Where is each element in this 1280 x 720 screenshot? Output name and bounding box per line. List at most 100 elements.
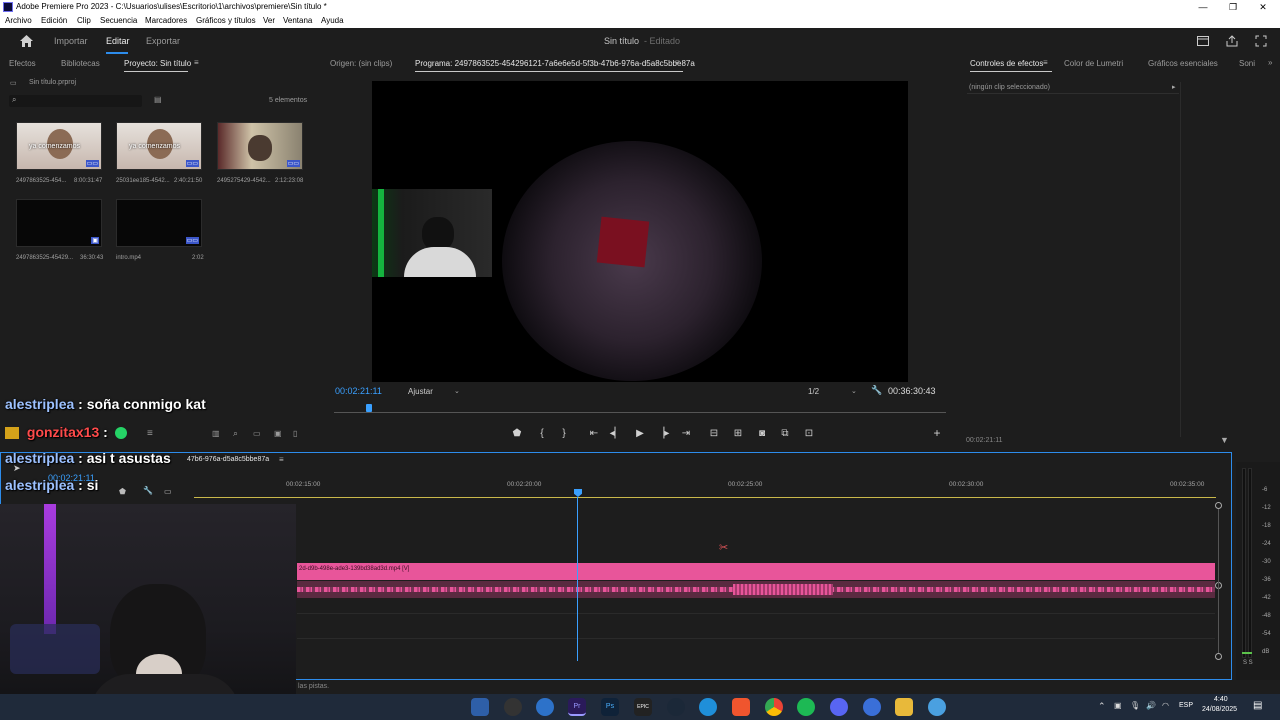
ccleaner-icon[interactable] — [536, 698, 554, 716]
fit-dropdown[interactable]: Ajustar — [408, 387, 433, 396]
timeline-playhead-handle[interactable] — [574, 489, 582, 497]
photoshop-taskbar-icon[interactable]: Ps — [601, 698, 619, 716]
notification-icon[interactable]: ▤ — [1253, 700, 1262, 711]
tab-graphics[interactable]: Gráficos esenciales — [1148, 59, 1218, 68]
new-bin-icon[interactable]: ▤ — [154, 95, 162, 104]
find-icon[interactable]: ⌕ — [233, 428, 238, 439]
tab-source[interactable]: Origen: (sin clips) — [330, 59, 392, 68]
workspace-icon[interactable] — [1197, 36, 1209, 46]
menu-ver[interactable]: Ver — [263, 14, 275, 28]
share-icon[interactable] — [1226, 35, 1238, 47]
more-tabs-icon[interactable]: » — [1268, 58, 1272, 67]
new-item-icon[interactable]: ▣ — [274, 429, 282, 438]
fit-chevron-icon[interactable]: ⌄ — [454, 387, 460, 395]
project-item-thumb[interactable]: ▭▭ — [217, 122, 303, 170]
tab-program[interactable]: Programa: 2497863525-454296121-7a6e6e5d-… — [415, 59, 695, 68]
timeline-playhead-line[interactable] — [577, 497, 578, 661]
trash-icon[interactable]: ▯ — [293, 429, 297, 438]
timeline-marker-icon[interactable]: ⬟ — [119, 487, 126, 496]
tab-effect-controls[interactable]: Controles de efectos — [970, 59, 1043, 68]
menu-archivo[interactable]: Archivo — [5, 14, 32, 28]
project-item-thumb[interactable]: ya comenzamos ▭▭ — [16, 122, 102, 170]
menu-secuencia[interactable]: Secuencia — [100, 14, 137, 28]
wrench-icon[interactable]: 🔧 — [871, 385, 882, 396]
discord-icon[interactable] — [830, 698, 848, 716]
minimize-button[interactable]: — — [1188, 0, 1218, 14]
edge-icon[interactable] — [699, 698, 717, 716]
audio-clip[interactable] — [297, 581, 1215, 598]
file-explorer-pinned-icon[interactable] — [471, 698, 489, 716]
premiere-taskbar-icon[interactable]: Pr — [568, 698, 586, 716]
menu-edicion[interactable]: Edición — [41, 14, 67, 28]
tab-proyecto[interactable]: Proyecto: Sin título — [124, 59, 191, 68]
app-icon[interactable] — [863, 698, 881, 716]
tray-chevron-icon[interactable]: ⌃ — [1098, 701, 1106, 712]
project-item-thumb[interactable]: ▣ — [16, 199, 102, 247]
nav-exportar[interactable]: Exportar — [146, 36, 180, 46]
comparison-view-icon[interactable]: ⧉ — [778, 428, 792, 439]
folder-taskbar-icon[interactable] — [895, 698, 913, 716]
tab-lumetri[interactable]: Color de Lumetri — [1064, 59, 1123, 68]
extract-icon[interactable]: ⊞ — [731, 428, 745, 439]
nav-editar[interactable]: Editar — [106, 36, 130, 46]
chrome-icon[interactable] — [765, 698, 783, 716]
go-to-out-icon[interactable]: ⇥ — [679, 428, 693, 439]
step-forward-icon[interactable]: ▕▸ — [656, 428, 670, 439]
mark-in-icon[interactable]: { — [535, 428, 549, 439]
scroll-handle-bottom[interactable] — [1215, 653, 1222, 660]
export-frame-icon[interactable]: ◙ — [755, 428, 769, 439]
vr-view-icon[interactable]: ⊡ — [802, 428, 816, 439]
spotify-icon[interactable] — [797, 698, 815, 716]
volume-icon[interactable]: 🔊 — [1146, 701, 1156, 710]
list-view-icon[interactable]: ≡ — [147, 428, 153, 439]
close-button[interactable]: ✕ — [1248, 0, 1278, 14]
panel-menu-icon[interactable]: ≡ — [194, 58, 199, 67]
scrub-playhead[interactable] — [366, 404, 372, 412]
maximize-button[interactable]: ❐ — [1218, 0, 1248, 14]
wifi-icon[interactable]: ◠ — [1162, 701, 1169, 710]
epic-games-icon[interactable]: EPIC — [634, 698, 652, 716]
tab-efectos[interactable]: Efectos — [9, 59, 36, 68]
effects-menu-icon[interactable]: ≡ — [1043, 58, 1048, 67]
mic-icon[interactable]: 🎙 — [1130, 701, 1140, 710]
mark-out-icon[interactable]: } — [557, 428, 571, 439]
home-icon[interactable] — [20, 35, 33, 47]
step-back-icon[interactable]: ◂▏ — [609, 428, 623, 439]
video-clip[interactable]: 2d-d9b-498e-ade3-139bd38ad3d.mp4 [V] — [297, 563, 1215, 580]
timeline-settings-icon[interactable]: 🔧 — [143, 486, 153, 495]
add-marker-icon[interactable]: ⬟ — [510, 428, 524, 439]
search-input[interactable]: ⌕ — [9, 95, 142, 107]
expand-arrow-icon[interactable]: ▸ — [1172, 83, 1176, 91]
fullscreen-icon[interactable] — [1255, 35, 1267, 47]
vertical-scrollbar[interactable] — [1218, 509, 1219, 653]
clock-time[interactable]: 4:40 — [1214, 696, 1228, 703]
filter-icon[interactable]: ▼ — [1220, 435, 1229, 445]
resolution-dropdown[interactable]: 1/2 — [808, 387, 819, 396]
tab-bibliotecas[interactable]: Bibliotecas — [61, 59, 100, 68]
playhead-timecode[interactable]: 00:02:21:11 — [335, 386, 382, 396]
tab-sound[interactable]: Soni — [1239, 59, 1255, 68]
play-icon[interactable]: ▶ — [633, 428, 647, 439]
nav-importar[interactable]: Importar — [54, 36, 88, 46]
menu-graficos[interactable]: Gráficos y títulos — [196, 14, 256, 28]
resolution-chevron-icon[interactable]: ⌄ — [851, 387, 857, 395]
lift-icon[interactable]: ⊟ — [707, 428, 721, 439]
language-indicator[interactable]: ESP — [1179, 702, 1193, 709]
brave-icon[interactable] — [732, 698, 750, 716]
new-bin-bottom-icon[interactable]: ▭ — [253, 429, 261, 438]
steam-icon[interactable] — [667, 698, 685, 716]
captions-icon[interactable]: ▭ — [164, 487, 172, 496]
project-item-thumb[interactable]: ▭▭ — [116, 199, 202, 247]
obs-icon[interactable] — [504, 698, 522, 716]
work-area-bar[interactable] — [194, 497, 1216, 498]
project-item-thumb[interactable]: ya comenzamos ▭▭ — [116, 122, 202, 170]
network-app-icon[interactable] — [928, 698, 946, 716]
monitor-menu-icon[interactable]: ≡ — [675, 58, 680, 67]
button-editor-icon[interactable]: + — [930, 426, 944, 440]
clock-date[interactable]: 24/08/2025 — [1202, 706, 1237, 713]
scrub-bar[interactable] — [334, 412, 946, 413]
timeline-sequence-tab[interactable]: 47b6-976a-d5a8c5bbe87a — [187, 456, 269, 463]
tray-app-icon[interactable]: ▣ — [1114, 701, 1122, 710]
scroll-handle-top[interactable] — [1215, 502, 1222, 509]
menu-ayuda[interactable]: Ayuda — [321, 14, 344, 28]
